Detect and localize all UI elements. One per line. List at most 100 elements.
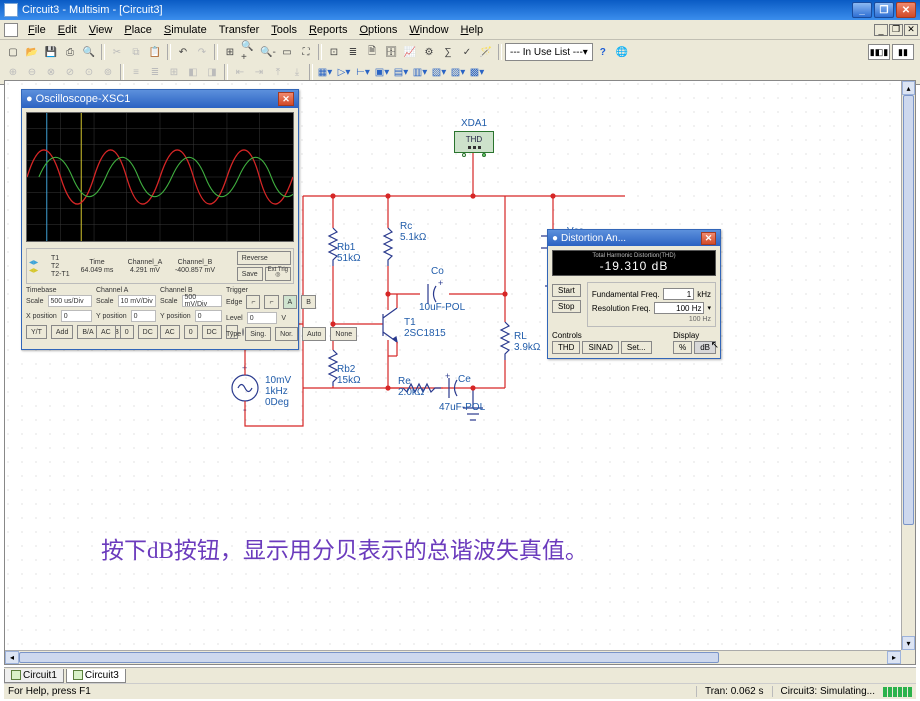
save-scope-button[interactable]: Save (237, 267, 263, 281)
zero-a-button[interactable]: 0 (120, 325, 134, 339)
print-button[interactable]: ⎙ (61, 43, 79, 61)
open-button[interactable]: 📂 (23, 43, 41, 61)
scope-close-button[interactable]: ✕ (278, 92, 294, 106)
place-ttl[interactable]: ▤▾ (392, 63, 410, 81)
copy-button[interactable]: ⧉ (127, 43, 145, 61)
place-analog[interactable]: ▣▾ (373, 63, 391, 81)
scale-t-value[interactable]: 500 us/Div (48, 295, 92, 307)
place-basic[interactable]: ▦▾ (316, 63, 334, 81)
menu-place[interactable]: Place (118, 22, 158, 38)
tb2-13[interactable]: ⇥ (250, 63, 268, 81)
da-titlebar[interactable]: ● Distortion An... ✕ (548, 230, 720, 246)
pause-button[interactable]: ▮▮ (892, 44, 914, 60)
xpos-value[interactable]: 0 (61, 310, 92, 322)
tab-circuit1[interactable]: Circuit1 (4, 669, 64, 683)
ypos-b-value[interactable]: 0 (195, 310, 222, 322)
tb2-7[interactable]: ≡ (127, 63, 145, 81)
paste-button[interactable]: 📋 (146, 43, 164, 61)
wizard-button[interactable]: 🪄 (477, 43, 495, 61)
schematic-canvas[interactable]: + + (5, 81, 901, 650)
tb2-14[interactable]: ⤒ (269, 63, 287, 81)
edge-b[interactable]: B (301, 295, 316, 309)
mdi-close[interactable]: ✕ (904, 24, 918, 36)
tab-circuit3[interactable]: Circuit3 (66, 669, 126, 683)
pct-button[interactable]: % (673, 341, 692, 354)
menu-reports[interactable]: Reports (303, 22, 354, 38)
add-button[interactable]: Add (51, 325, 73, 339)
tb2-12[interactable]: ⇤ (231, 63, 249, 81)
menu-view[interactable]: View (83, 22, 119, 38)
scroll-down[interactable]: ▾ (902, 636, 915, 650)
mdi-min[interactable]: _ (874, 24, 888, 36)
tb2-9[interactable]: ⊞ (165, 63, 183, 81)
place-misc[interactable]: ▧▾ (430, 63, 448, 81)
v-thumb[interactable] (903, 95, 914, 525)
zoomout-button[interactable]: 🔍- (259, 43, 277, 61)
place-transistor[interactable]: ⊢▾ (354, 63, 372, 81)
da-close-button[interactable]: ✕ (701, 232, 716, 245)
reverse-button[interactable]: Reverse (237, 251, 291, 265)
tb2-6[interactable]: ⊚ (99, 63, 117, 81)
scroll-right[interactable]: ▸ (887, 651, 901, 664)
undo-button[interactable]: ↶ (174, 43, 192, 61)
scope-titlebar[interactable]: ● Oscilloscope-XSC1 ✕ (22, 90, 298, 108)
tb2-11[interactable]: ◨ (203, 63, 221, 81)
menu-tools[interactable]: Tools (265, 22, 303, 38)
tb2-5[interactable]: ⊙ (80, 63, 98, 81)
minimize-button[interactable]: _ (852, 2, 872, 18)
redo-button[interactable]: ↷ (193, 43, 211, 61)
place-mixed[interactable]: ▨▾ (449, 63, 467, 81)
hierarch-button[interactable]: ≣ (344, 43, 362, 61)
dc-a-button[interactable]: DC (138, 325, 158, 339)
zero-b-button[interactable]: 0 (184, 325, 198, 339)
db-button[interactable]: dB ↖ (694, 341, 716, 354)
set-button[interactable]: Set... (621, 341, 652, 354)
scroll-left[interactable]: ◂ (5, 651, 19, 664)
nor-button[interactable]: Nor. (275, 327, 298, 341)
scope-screen[interactable] (26, 112, 294, 242)
new-button[interactable]: ▢ (4, 43, 22, 61)
stop-button[interactable]: Stop (552, 300, 581, 313)
tb2-4[interactable]: ⊘ (61, 63, 79, 81)
tb2-3[interactable]: ⊗ (42, 63, 60, 81)
close-button[interactable]: ✕ (896, 2, 916, 18)
tb2-10[interactable]: ◧ (184, 63, 202, 81)
place-ind[interactable]: ▩▾ (468, 63, 486, 81)
ext-trig-button[interactable]: Ext Trig◎ (265, 267, 291, 281)
distortion-analyzer-window[interactable]: ● Distortion An... ✕ Total Harmonic Dist… (547, 229, 721, 359)
in-use-list[interactable]: --- In Use List --- ▾ (505, 43, 593, 61)
help-button[interactable]: ? (594, 43, 612, 61)
zoomin-button[interactable]: 🔍+ (240, 43, 258, 61)
horizontal-scrollbar[interactable]: ◂ ▸ (5, 650, 901, 664)
yt-button[interactable]: Y/T (26, 325, 47, 339)
edge-rise[interactable]: ⌐ (246, 295, 260, 309)
sing-button[interactable]: Sing. (245, 327, 271, 341)
place-diode[interactable]: ▷▾ (335, 63, 353, 81)
run-toggle[interactable]: ▮◧▮ (868, 44, 890, 60)
check-button[interactable]: ✓ (458, 43, 476, 61)
fund-freq-input[interactable]: 1 (663, 288, 695, 300)
tb2-2[interactable]: ⊖ (23, 63, 41, 81)
grapher-button[interactable]: 📈 (401, 43, 419, 61)
components-button[interactable]: ⊡ (325, 43, 343, 61)
tb2-8[interactable]: ≣ (146, 63, 164, 81)
save-button[interactable]: 💾 (42, 43, 60, 61)
sinad-button[interactable]: SINAD (582, 341, 618, 354)
scale-a-value[interactable]: 10 mV/Div (118, 295, 156, 307)
mdi-max[interactable]: ❐ (889, 24, 903, 36)
zoomarea-button[interactable]: ▭ (278, 43, 296, 61)
scroll-up[interactable]: ▴ (902, 81, 915, 95)
menu-help[interactable]: Help (455, 22, 490, 38)
edge-fall[interactable]: ⌐ (264, 295, 278, 309)
dc-b-button[interactable]: DC (202, 325, 222, 339)
web-button[interactable]: 🌐 (613, 43, 631, 61)
zoomfit-button[interactable]: ⊞ (221, 43, 239, 61)
preview-button[interactable]: 🔍 (80, 43, 98, 61)
database-button[interactable]: 🗄 (382, 43, 400, 61)
tb2-15[interactable]: ⤓ (288, 63, 306, 81)
vertical-scrollbar[interactable]: ▴ ▾ (901, 81, 915, 650)
scale-b-value[interactable]: 500 mV/Div (182, 295, 222, 307)
restore-button[interactable]: ❐ (874, 2, 894, 18)
ac-a-button[interactable]: AC (96, 325, 116, 339)
menu-simulate[interactable]: Simulate (158, 22, 213, 38)
